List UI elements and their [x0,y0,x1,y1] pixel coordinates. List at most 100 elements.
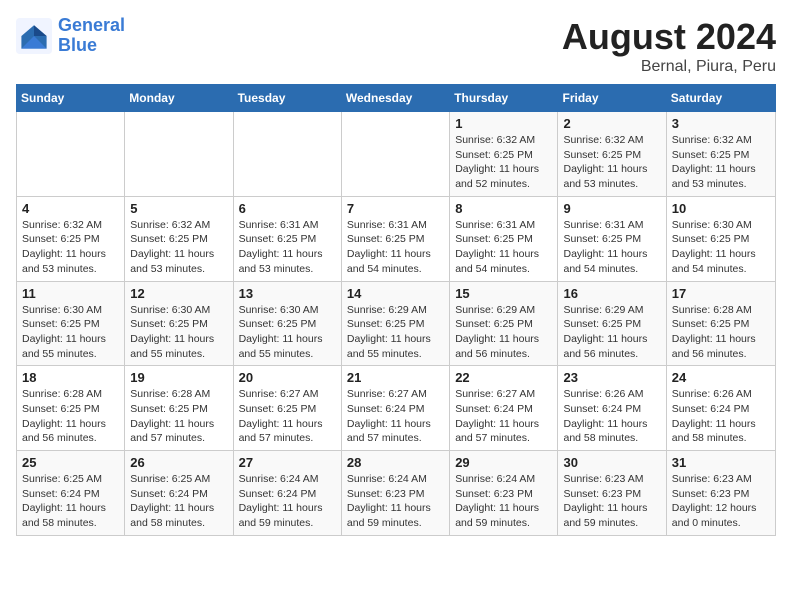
day-number: 5 [130,201,227,216]
calendar-body: 1 Sunrise: 6:32 AM Sunset: 6:25 PM Daylig… [17,112,776,536]
calendar-week-5: 25 Sunrise: 6:25 AM Sunset: 6:24 PM Dayli… [17,451,776,536]
day-number: 3 [672,116,770,131]
calendar-cell: 29 Sunrise: 6:24 AM Sunset: 6:23 PM Dayli… [450,451,558,536]
day-info: Sunrise: 6:32 AM Sunset: 6:25 PM Dayligh… [455,133,552,192]
day-info: Sunrise: 6:30 AM Sunset: 6:25 PM Dayligh… [22,303,119,362]
calendar-cell: 20 Sunrise: 6:27 AM Sunset: 6:25 PM Dayli… [233,366,341,451]
calendar-subtitle: Bernal, Piura, Peru [562,58,776,76]
day-number: 18 [22,370,119,385]
day-header-friday: Friday [558,85,666,112]
day-info: Sunrise: 6:31 AM Sunset: 6:25 PM Dayligh… [563,218,660,277]
calendar-week-3: 11Sunrise: 6:30 AM Sunset: 6:25 PM Dayli… [17,281,776,366]
calendar-cell: 5 Sunrise: 6:32 AM Sunset: 6:25 PM Daylig… [125,196,233,281]
calendar-cell: 19 Sunrise: 6:28 AM Sunset: 6:25 PM Dayli… [125,366,233,451]
day-info: Sunrise: 6:32 AM Sunset: 6:25 PM Dayligh… [672,133,770,192]
day-info: Sunrise: 6:32 AM Sunset: 6:25 PM Dayligh… [22,218,119,277]
calendar-header: SundayMondayTuesdayWednesdayThursdayFrid… [17,85,776,112]
calendar-cell: 6 Sunrise: 6:31 AM Sunset: 6:25 PM Daylig… [233,196,341,281]
calendar-cell [341,112,449,197]
calendar-cell: 8 Sunrise: 6:31 AM Sunset: 6:25 PM Daylig… [450,196,558,281]
title-area: August 2024 Bernal, Piura, Peru [562,16,776,76]
day-header-thursday: Thursday [450,85,558,112]
calendar-cell: 17Sunrise: 6:28 AM Sunset: 6:25 PM Dayli… [666,281,775,366]
calendar-cell: 7 Sunrise: 6:31 AM Sunset: 6:25 PM Daylig… [341,196,449,281]
day-header-monday: Monday [125,85,233,112]
day-info: Sunrise: 6:24 AM Sunset: 6:24 PM Dayligh… [239,472,336,531]
calendar-week-2: 4 Sunrise: 6:32 AM Sunset: 6:25 PM Daylig… [17,196,776,281]
day-info: Sunrise: 6:31 AM Sunset: 6:25 PM Dayligh… [455,218,552,277]
day-number: 27 [239,455,336,470]
logo: General Blue [16,16,125,56]
calendar-cell: 22Sunrise: 6:27 AM Sunset: 6:24 PM Dayli… [450,366,558,451]
day-info: Sunrise: 6:30 AM Sunset: 6:25 PM Dayligh… [130,303,227,362]
calendar-cell: 10 Sunrise: 6:30 AM Sunset: 6:25 PM Dayli… [666,196,775,281]
calendar-cell: 21Sunrise: 6:27 AM Sunset: 6:24 PM Dayli… [341,366,449,451]
day-number: 7 [347,201,444,216]
calendar-table: SundayMondayTuesdayWednesdayThursdayFrid… [16,84,776,536]
day-info: Sunrise: 6:32 AM Sunset: 6:25 PM Dayligh… [563,133,660,192]
day-info: Sunrise: 6:24 AM Sunset: 6:23 PM Dayligh… [347,472,444,531]
day-number: 28 [347,455,444,470]
day-number: 12 [130,286,227,301]
day-info: Sunrise: 6:27 AM Sunset: 6:24 PM Dayligh… [455,387,552,446]
day-number: 9 [563,201,660,216]
calendar-cell [17,112,125,197]
calendar-cell: 11Sunrise: 6:30 AM Sunset: 6:25 PM Dayli… [17,281,125,366]
day-info: Sunrise: 6:26 AM Sunset: 6:24 PM Dayligh… [563,387,660,446]
day-info: Sunrise: 6:24 AM Sunset: 6:23 PM Dayligh… [455,472,552,531]
day-number: 1 [455,116,552,131]
calendar-cell: 30 Sunrise: 6:23 AM Sunset: 6:23 PM Dayli… [558,451,666,536]
calendar-cell: 24 Sunrise: 6:26 AM Sunset: 6:24 PM Dayli… [666,366,775,451]
logo-icon [16,18,52,54]
calendar-cell: 9 Sunrise: 6:31 AM Sunset: 6:25 PM Daylig… [558,196,666,281]
day-header-wednesday: Wednesday [341,85,449,112]
calendar-cell: 1 Sunrise: 6:32 AM Sunset: 6:25 PM Daylig… [450,112,558,197]
day-number: 25 [22,455,119,470]
day-number: 19 [130,370,227,385]
day-info: Sunrise: 6:29 AM Sunset: 6:25 PM Dayligh… [347,303,444,362]
calendar-cell: 2 Sunrise: 6:32 AM Sunset: 6:25 PM Daylig… [558,112,666,197]
day-number: 2 [563,116,660,131]
calendar-cell: 27 Sunrise: 6:24 AM Sunset: 6:24 PM Dayli… [233,451,341,536]
calendar-cell: 3 Sunrise: 6:32 AM Sunset: 6:25 PM Daylig… [666,112,775,197]
calendar-cell: 23Sunrise: 6:26 AM Sunset: 6:24 PM Dayli… [558,366,666,451]
day-number: 20 [239,370,336,385]
day-header-saturday: Saturday [666,85,775,112]
calendar-cell: 18Sunrise: 6:28 AM Sunset: 6:25 PM Dayli… [17,366,125,451]
day-number: 30 [563,455,660,470]
day-info: Sunrise: 6:30 AM Sunset: 6:25 PM Dayligh… [672,218,770,277]
day-info: Sunrise: 6:30 AM Sunset: 6:25 PM Dayligh… [239,303,336,362]
calendar-cell [125,112,233,197]
calendar-week-4: 18 Sunrise: 6:28 AM Sunset: 6:25 PM Dayli… [17,366,776,451]
day-number: 24 [672,370,770,385]
day-number: 13 [239,286,336,301]
day-info: Sunrise: 6:31 AM Sunset: 6:25 PM Dayligh… [347,218,444,277]
day-info: Sunrise: 6:29 AM Sunset: 6:25 PM Dayligh… [563,303,660,362]
day-info: Sunrise: 6:31 AM Sunset: 6:25 PM Dayligh… [239,218,336,277]
calendar-cell: 4 Sunrise: 6:32 AM Sunset: 6:25 PM Daylig… [17,196,125,281]
day-number: 14 [347,286,444,301]
calendar-cell: 26Sunrise: 6:25 AM Sunset: 6:24 PM Dayli… [125,451,233,536]
calendar-cell: 13 Sunrise: 6:30 AM Sunset: 6:25 PM Dayli… [233,281,341,366]
day-info: Sunrise: 6:27 AM Sunset: 6:25 PM Dayligh… [239,387,336,446]
day-number: 8 [455,201,552,216]
day-number: 10 [672,201,770,216]
day-header-sunday: Sunday [17,85,125,112]
day-number: 31 [672,455,770,470]
day-info: Sunrise: 6:27 AM Sunset: 6:24 PM Dayligh… [347,387,444,446]
day-number: 6 [239,201,336,216]
page-header: General Blue August 2024 Bernal, Piura, … [16,16,776,76]
day-info: Sunrise: 6:32 AM Sunset: 6:25 PM Dayligh… [130,218,227,277]
day-info: Sunrise: 6:26 AM Sunset: 6:24 PM Dayligh… [672,387,770,446]
day-info: Sunrise: 6:23 AM Sunset: 6:23 PM Dayligh… [563,472,660,531]
day-info: Sunrise: 6:28 AM Sunset: 6:25 PM Dayligh… [130,387,227,446]
calendar-cell [233,112,341,197]
day-number: 17 [672,286,770,301]
day-info: Sunrise: 6:25 AM Sunset: 6:24 PM Dayligh… [130,472,227,531]
calendar-cell: 15Sunrise: 6:29 AM Sunset: 6:25 PM Dayli… [450,281,558,366]
calendar-week-1: 1 Sunrise: 6:32 AM Sunset: 6:25 PM Daylig… [17,112,776,197]
calendar-cell: 14 Sunrise: 6:29 AM Sunset: 6:25 PM Dayli… [341,281,449,366]
day-number: 4 [22,201,119,216]
day-info: Sunrise: 6:29 AM Sunset: 6:25 PM Dayligh… [455,303,552,362]
day-number: 29 [455,455,552,470]
